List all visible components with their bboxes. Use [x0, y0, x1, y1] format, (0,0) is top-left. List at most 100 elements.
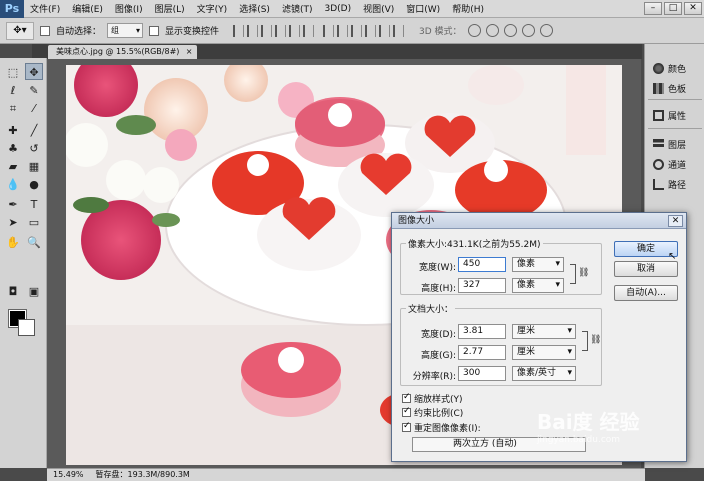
shape-tool-icon[interactable]: ▭ [25, 214, 43, 231]
clone-stamp-tool-icon[interactable]: ♣ [4, 140, 22, 157]
distribute-left-icon[interactable] [365, 24, 377, 37]
quick-mask-icon[interactable]: ◘ [4, 283, 22, 300]
dodge-tool-icon[interactable]: ● [25, 176, 43, 193]
dialog-close-button[interactable]: ✕ [668, 215, 683, 227]
constrain-proportions-option[interactable]: 约束比例(C) [402, 406, 463, 419]
doc-height-unit-select[interactable]: 厘米 [512, 345, 576, 360]
constrain-proportions-label: 约束比例(C) [414, 409, 464, 419]
color-panel-button[interactable]: 颜色 [645, 59, 704, 77]
distribute-right-icon[interactable] [393, 24, 405, 37]
resolution-input[interactable]: 300 [458, 366, 506, 381]
history-brush-tool-icon[interactable]: ↺ [25, 140, 43, 157]
paths-panel-button[interactable]: 路径 [645, 175, 704, 193]
menu-select[interactable]: 选择(S) [233, 2, 276, 15]
swatches-panel-button[interactable]: 色板 [645, 79, 704, 97]
document-tab[interactable]: 美味点心.jpg @ 15.5%(RGB/8#) × [48, 45, 198, 59]
document-tab-strip: 美味点心.jpg @ 15.5%(RGB/8#) × [32, 44, 642, 59]
photoshop-logo: Ps [0, 0, 24, 18]
type-tool-icon[interactable]: T [25, 196, 43, 213]
distribute-bottom-icon[interactable] [351, 24, 363, 37]
pixel-height-input[interactable]: 327 [458, 278, 506, 293]
cancel-button[interactable]: 取消 [614, 261, 678, 277]
quick-select-tool-icon[interactable]: ✎ [25, 82, 43, 99]
rotate-3d-icon[interactable] [467, 24, 481, 37]
crop-tool-icon[interactable]: ⌗ [4, 100, 22, 117]
swatches-panel-label: 色板 [668, 84, 687, 95]
maximize-button[interactable]: □ [664, 2, 682, 15]
menu-file[interactable]: 文件(F) [24, 2, 66, 15]
auto-select-target-select[interactable]: 组 [107, 23, 144, 38]
distribute-vcenter-icon[interactable] [337, 24, 349, 37]
align-bottom-icon[interactable] [261, 24, 273, 37]
resample-checkbox[interactable] [402, 421, 411, 432]
menu-type[interactable]: 文字(Y) [191, 2, 234, 15]
panel-separator [648, 128, 702, 129]
align-vcenter-icon[interactable] [247, 24, 259, 37]
scale-styles-option[interactable]: 缩放样式(Y) [402, 392, 463, 405]
auto-button[interactable]: 自动(A)... [614, 285, 678, 301]
lasso-tool-icon[interactable]: ℓ [4, 82, 22, 99]
zoom-tool-icon[interactable]: 🔍 [25, 234, 43, 251]
scale-3d-icon[interactable] [539, 24, 553, 37]
watermark-logo: Bai度 经验 [537, 410, 640, 434]
resample-label: 重定图像像素(I): [414, 424, 481, 434]
distribute-top-icon[interactable] [323, 24, 335, 37]
slide-3d-icon[interactable] [521, 24, 535, 37]
gradient-tool-icon[interactable]: ▦ [25, 158, 43, 175]
eraser-tool-icon[interactable]: ▰ [4, 158, 22, 175]
scale-styles-checkbox[interactable] [402, 392, 411, 403]
move-tool-preset-picker[interactable]: ✥▾ [6, 21, 34, 40]
brush-tool-icon[interactable]: ╱ [25, 122, 43, 139]
close-window-button[interactable]: ✕ [684, 2, 702, 15]
align-hcenter-icon[interactable] [289, 24, 301, 37]
properties-panel-button[interactable]: 属性 [645, 106, 704, 124]
close-icon[interactable]: × [186, 45, 193, 59]
mouse-cursor-icon: ↖ [668, 251, 677, 262]
menu-view[interactable]: 视图(V) [357, 2, 400, 15]
move-tool-icon[interactable]: ✥ [25, 63, 43, 80]
doc-width-input[interactable]: 3.81 [458, 324, 506, 339]
pixel-width-unit-select[interactable]: 像素 [512, 257, 564, 272]
show-transform-checkbox[interactable] [149, 25, 160, 36]
layers-panel-button[interactable]: 图层 [645, 135, 704, 153]
doc-width-unit-select[interactable]: 厘米 [512, 324, 576, 339]
menu-window[interactable]: 窗口(W) [400, 2, 446, 15]
roll-3d-icon[interactable] [485, 24, 499, 37]
pixel-height-label: 高度(H): [421, 284, 456, 294]
pixel-height-unit-select[interactable]: 像素 [512, 278, 564, 293]
menu-image[interactable]: 图像(I) [109, 2, 149, 15]
pixel-width-input[interactable]: 450 [458, 257, 506, 272]
channels-panel-button[interactable]: 通道 [645, 155, 704, 173]
drag-3d-icon[interactable] [503, 24, 517, 37]
channels-icon [653, 158, 664, 170]
menu-edit[interactable]: 编辑(E) [66, 2, 109, 15]
hand-tool-icon[interactable]: ✋ [4, 234, 22, 251]
dialog-title: 图像大小 [398, 216, 435, 226]
healing-brush-tool-icon[interactable]: ✚ [4, 122, 22, 139]
pen-tool-icon[interactable]: ✒ [4, 196, 22, 213]
menu-layer[interactable]: 图层(L) [149, 2, 191, 15]
constrain-proportions-checkbox[interactable] [402, 406, 411, 417]
menu-3d[interactable]: 3D(D) [318, 4, 357, 14]
menu-filter[interactable]: 滤镜(T) [276, 2, 319, 15]
resample-option[interactable]: 重定图像像素(I): [402, 421, 481, 434]
distribute-hcenter-icon[interactable] [379, 24, 391, 37]
background-color-swatch[interactable] [18, 319, 35, 336]
path-select-tool-icon[interactable]: ➤ [4, 214, 22, 231]
screen-mode-icon[interactable]: ▣ [25, 283, 43, 300]
align-left-icon[interactable] [275, 24, 287, 37]
align-top-icon[interactable] [233, 24, 245, 37]
status-bar: 15.49% 暂存盘：193.3M/890.3M [47, 468, 645, 481]
minimize-button[interactable]: – [644, 2, 662, 15]
zoom-level[interactable]: 15.49% [53, 469, 84, 481]
menu-help[interactable]: 帮助(H) [446, 2, 490, 15]
doc-height-input[interactable]: 2.77 [458, 345, 506, 360]
pixel-constrain-bracket [570, 264, 576, 284]
align-right-icon[interactable] [303, 24, 315, 37]
dialog-titlebar[interactable]: 图像大小 ✕ [392, 213, 686, 229]
blur-tool-icon[interactable]: 💧 [4, 176, 22, 193]
eyedropper-tool-icon[interactable]: ⁄ [25, 100, 43, 117]
marquee-tool-icon[interactable]: ⬚ [4, 64, 22, 81]
resolution-unit-select[interactable]: 像素/英寸 [512, 366, 576, 381]
auto-select-checkbox[interactable] [40, 25, 50, 36]
